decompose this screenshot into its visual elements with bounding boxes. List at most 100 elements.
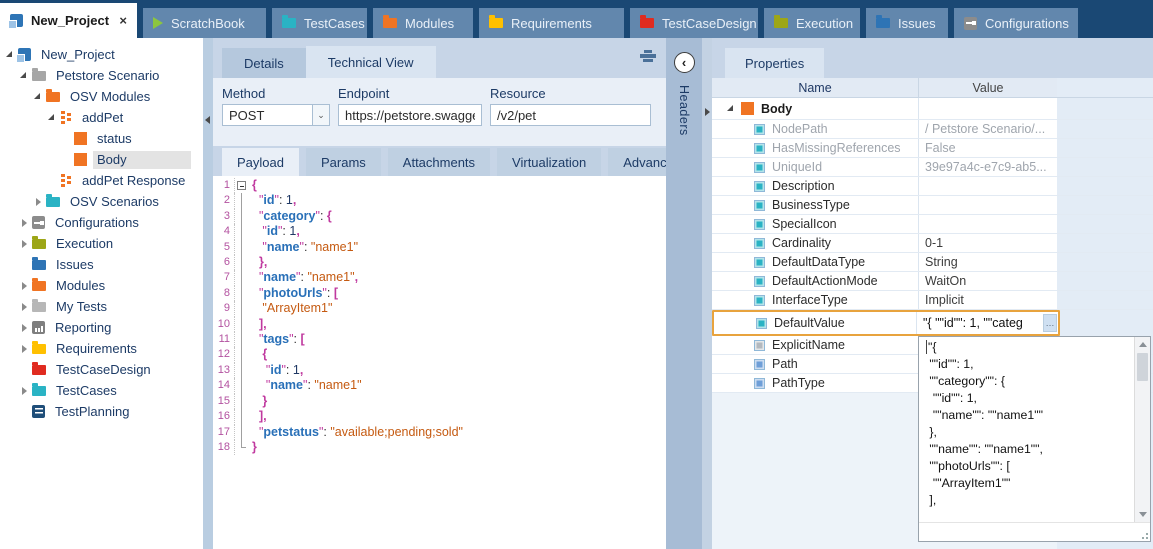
property-value-cell[interactable]: WaitOn	[918, 272, 1057, 290]
tree-item-my-tests[interactable]: My Tests	[0, 296, 203, 317]
tree-collapsed-arrow-icon[interactable]	[19, 238, 30, 249]
property-value-cell[interactable]: 39e97a4c-e7c9-ab5...	[918, 158, 1057, 176]
pin-icon[interactable]	[640, 50, 656, 63]
tree-collapsed-arrow-icon[interactable]	[19, 217, 30, 228]
property-row-defaultdatatype[interactable]: DefaultDataTypeString	[712, 253, 1153, 272]
property-value-cell[interactable]	[918, 215, 1057, 233]
property-value-cell[interactable]	[918, 98, 1057, 119]
tab-requirements[interactable]: Requirements	[479, 8, 624, 38]
tree-collapsed-arrow-icon[interactable]	[33, 196, 44, 207]
editor-line[interactable]: 12 {	[213, 347, 666, 362]
property-row-defaultactionmode[interactable]: DefaultActionModeWaitOn	[712, 272, 1153, 291]
editor-line[interactable]: 6 },	[213, 255, 666, 270]
editor-line[interactable]: 3 "category": {	[213, 209, 666, 224]
chevron-down-icon[interactable]: ⌄	[312, 105, 329, 125]
tree-collapsed-arrow-icon[interactable]	[19, 343, 30, 354]
tab-execution[interactable]: Execution	[764, 8, 860, 38]
selected-property-editor[interactable]: DefaultValue"{ ""id"": 1, ""categ…	[712, 310, 1060, 336]
editor-line[interactable]: 4 "id": 1,	[213, 224, 666, 239]
tree-collapsed-arrow-icon[interactable]	[19, 322, 30, 333]
tree-item-addpet-response[interactable]: addPet Response	[0, 170, 203, 191]
editor-line[interactable]: 11 "tags": [	[213, 332, 666, 347]
tab-technical-view[interactable]: Technical View	[306, 46, 436, 78]
editor-line[interactable]: 1{	[213, 178, 666, 193]
editor-line[interactable]: 16 ],	[213, 409, 666, 424]
tree-item-reporting[interactable]: Reporting	[0, 317, 203, 338]
property-value-cell[interactable]	[918, 196, 1057, 214]
editor-line[interactable]: 2 "id": 1,	[213, 193, 666, 208]
editor-line[interactable]: 17 "petstatus": "available;pending;sold"	[213, 425, 666, 440]
tree-item-body[interactable]: Body	[0, 149, 203, 170]
tab-modules[interactable]: Modules	[373, 8, 473, 38]
tree-item-issues[interactable]: Issues	[0, 254, 203, 275]
popup-scrollbar[interactable]	[1134, 337, 1150, 522]
property-row-defaultvalue[interactable]: DefaultValue"{ ""id"": 1, ""categ…	[712, 310, 1153, 336]
tree-item-execution[interactable]: Execution	[0, 233, 203, 254]
tree-expanded-arrow-icon[interactable]	[5, 49, 16, 60]
headers-panel-label[interactable]: Headers	[677, 85, 691, 136]
tree-item-new-project[interactable]: New_Project	[0, 44, 203, 65]
properties-splitter[interactable]	[702, 38, 712, 549]
tree-item-testcasedesign[interactable]: TestCaseDesign	[0, 359, 203, 380]
tree-item-requirements[interactable]: Requirements	[0, 338, 203, 359]
tree-item-osv-scenarios[interactable]: OSV Scenarios	[0, 191, 203, 212]
tree-item-osv-modules[interactable]: OSV Modules	[0, 86, 203, 107]
tab-configurations[interactable]: Configurations	[954, 8, 1078, 38]
scroll-up-icon[interactable]	[1139, 342, 1147, 347]
property-row-businesstype[interactable]: BusinessType	[712, 196, 1153, 215]
tab-params[interactable]: Params	[306, 148, 381, 176]
property-value-cell[interactable]: False	[918, 139, 1057, 157]
scroll-down-icon[interactable]	[1139, 512, 1147, 517]
method-select[interactable]: POST ⌄	[222, 104, 330, 126]
editor-line[interactable]: 14 "name": "name1"	[213, 378, 666, 393]
close-icon[interactable]: ×	[119, 13, 127, 28]
ellipsis-button[interactable]: …	[1043, 314, 1057, 332]
property-value-cell[interactable]: String	[918, 253, 1057, 271]
defaultvalue-popup-text[interactable]: "{ ""id"": 1, ""category"": { ""id"": 1,…	[919, 337, 1134, 522]
editor-line[interactable]: 15 }	[213, 394, 666, 409]
tree-item-modules[interactable]: Modules	[0, 275, 203, 296]
editor-line[interactable]: 9 "ArrayItem1"	[213, 301, 666, 316]
editor-line[interactable]: 10 ],	[213, 317, 666, 332]
tree-expanded-arrow-icon[interactable]	[33, 91, 44, 102]
resource-input[interactable]	[490, 104, 651, 126]
expand-headers-button[interactable]: ‹	[674, 52, 695, 73]
tree-item-status[interactable]: status	[0, 128, 203, 149]
property-value-cell[interactable]	[918, 177, 1057, 195]
tab-properties[interactable]: Properties	[725, 48, 824, 78]
tree-item-petstore-scenario[interactable]: Petstore Scenario	[0, 65, 203, 86]
property-value-cell[interactable]: "{ ""id"": 1, ""categ…	[916, 312, 1058, 334]
property-row-interfacetype[interactable]: InterfaceTypeImplicit	[712, 291, 1153, 310]
tree-splitter[interactable]	[203, 38, 213, 549]
property-row-nodepath[interactable]: NodePath/ Petstore Scenario/...	[712, 120, 1153, 139]
editor-line[interactable]: 18}	[213, 440, 666, 455]
editor-line[interactable]: 13 "id": 1,	[213, 363, 666, 378]
property-row-body[interactable]: Body	[712, 98, 1153, 120]
tab-new-project[interactable]: New_Project×	[0, 3, 137, 38]
property-value-cell[interactable]: 0-1	[918, 234, 1057, 252]
tab-scratchbook[interactable]: ScratchBook	[143, 8, 266, 38]
tab-details[interactable]: Details	[222, 48, 306, 78]
tab-virtualization[interactable]: Virtualization	[497, 148, 601, 176]
tree-item-testplanning[interactable]: TestPlanning	[0, 401, 203, 422]
fold-collapse-icon[interactable]	[235, 178, 249, 193]
tree-expanded-arrow-icon[interactable]	[726, 103, 737, 114]
tree-item-addpet[interactable]: addPet	[0, 107, 203, 128]
editor-line[interactable]: 5 "name": "name1"	[213, 240, 666, 255]
editor-line[interactable]: 7 "name": "name1",	[213, 270, 666, 285]
property-row-specialicon[interactable]: SpecialIcon	[712, 215, 1153, 234]
tab-testcasedesign[interactable]: TestCaseDesign	[630, 8, 758, 38]
tab-testcases[interactable]: TestCases	[272, 8, 367, 38]
editor-line[interactable]: 8 "photoUrls": [	[213, 286, 666, 301]
tree-collapsed-arrow-icon[interactable]	[19, 385, 30, 396]
scrollbar-thumb[interactable]	[1137, 353, 1148, 381]
payload-editor[interactable]: 1{2 "id": 1,3 "category": {4 "id": 1,5 "…	[213, 176, 666, 549]
tree-collapsed-arrow-icon[interactable]	[19, 280, 30, 291]
property-row-hasmissingreferences[interactable]: HasMissingReferencesFalse	[712, 139, 1153, 158]
property-value-cell[interactable]: / Petstore Scenario/...	[918, 120, 1057, 138]
tree-item-testcases[interactable]: TestCases	[0, 380, 203, 401]
tree-item-configurations[interactable]: Configurations	[0, 212, 203, 233]
resize-grip-icon[interactable]	[1146, 533, 1148, 535]
property-row-description[interactable]: Description	[712, 177, 1153, 196]
tab-payload[interactable]: Payload	[222, 148, 299, 176]
